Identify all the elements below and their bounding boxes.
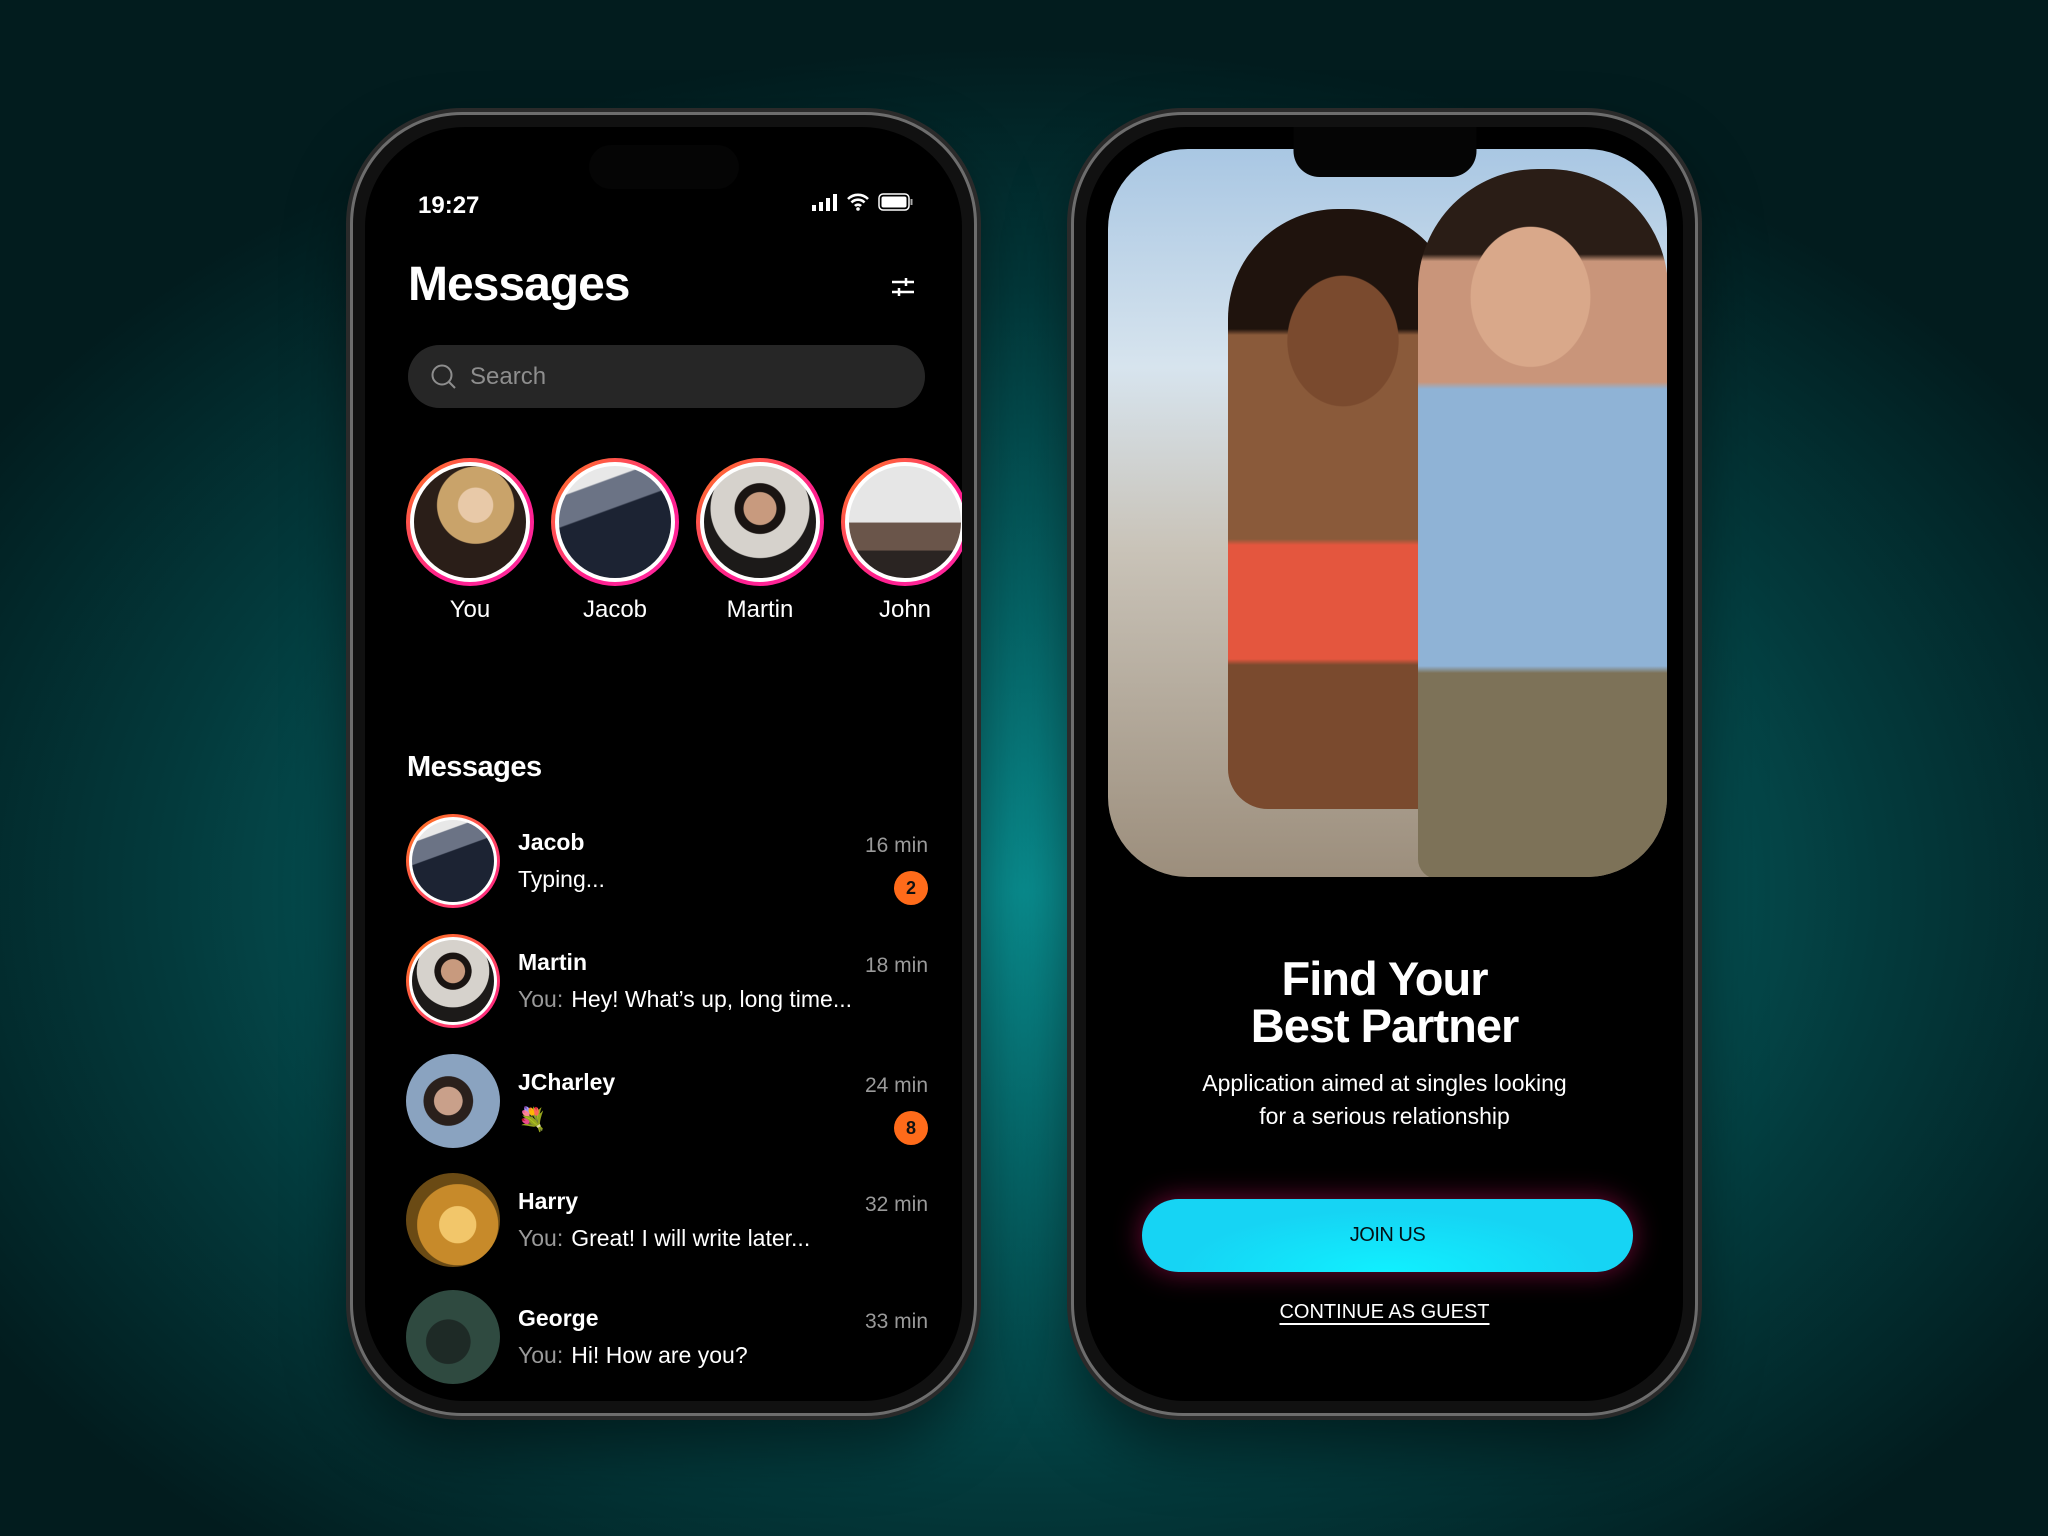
unread-badge: 8 [894,1111,928,1145]
couple-photo [1108,149,1667,877]
conversation-row[interactable]: JCharley 💐 24 min 8 [406,1054,928,1154]
message-preview: 💐 [518,1106,547,1132]
message-time: 32 min [864,1193,928,1216]
contact-name: George [518,1305,599,1331]
section-title: Messages [407,751,542,783]
message-preview: Typing... [518,866,605,892]
avatar [410,462,530,582]
avatar [845,462,962,582]
contact-name: Jacob [518,829,585,855]
battery-icon [878,193,913,211]
dynamic-island [588,145,739,189]
wifi-icon [847,193,869,211]
search-input[interactable]: Search [408,345,925,408]
message-preview: You: Great! I will write later... [518,1225,811,1251]
message-time: 24 min [864,1074,928,1097]
story-john[interactable]: John [841,458,962,624]
avatar [406,1173,500,1267]
join-us-button[interactable]: JOIN US [1142,1199,1633,1272]
page-title: Messages [408,258,630,311]
message-time: 16 min [864,834,928,857]
avatar [406,1054,500,1148]
phone-messages: 19:27 Messages Search You Jacob Martin J… [350,112,977,1416]
avatar [700,462,820,582]
contact-name: Martin [518,949,587,975]
status-icons [812,193,914,211]
continue-as-guest-link[interactable]: CONTINUE AS GUEST [1086,1301,1683,1324]
conversation-row[interactable]: George You: Hi! How are you? 33 min [406,1290,928,1390]
conversation-row[interactable]: Jacob Typing... 16 min 2 [406,814,928,914]
avatar [406,934,500,1028]
phone-welcome: Find Your Best Partner Application aimed … [1071,112,1698,1416]
messages-screen: 19:27 Messages Search You Jacob Martin J… [365,127,962,1401]
contact-name: JCharley [518,1069,616,1095]
story-you[interactable]: You [406,458,534,624]
story-label: Martin [726,596,794,623]
message-time: 18 min [864,954,928,977]
conversation-row[interactable]: Martin You: Hey! What’s up, long time... … [406,934,928,1034]
welcome-screen: Find Your Best Partner Application aimed … [1086,127,1683,1401]
signal-icon [812,194,837,211]
bottom-nav [365,1397,962,1401]
search-icon [431,364,456,389]
unread-badge: 2 [894,871,928,905]
story-label: John [878,596,932,623]
conversation-row[interactable]: Harry You: Great! I will write later... 3… [406,1173,928,1273]
story-label: Jacob [582,596,648,623]
story-label: You [449,596,491,623]
avatar [406,814,500,908]
filter-icon[interactable] [888,272,918,302]
message-preview: You: Hi! How are you? [518,1342,748,1368]
contact-name: Harry [518,1188,579,1214]
status-time: 19:27 [418,192,480,219]
message-time: 33 min [864,1310,928,1333]
dynamic-island [1293,127,1476,177]
message-preview: You: Hey! What’s up, long time... [518,986,853,1012]
description: Application aimed at singles looking for … [1202,1070,1567,1129]
avatar [555,462,675,582]
avatar [406,1290,500,1384]
headline: Find Your Best Partner [1250,952,1520,1052]
story-jacob[interactable]: Jacob [551,458,679,624]
search-placeholder: Search [470,362,547,390]
story-martin[interactable]: Martin [696,458,824,624]
